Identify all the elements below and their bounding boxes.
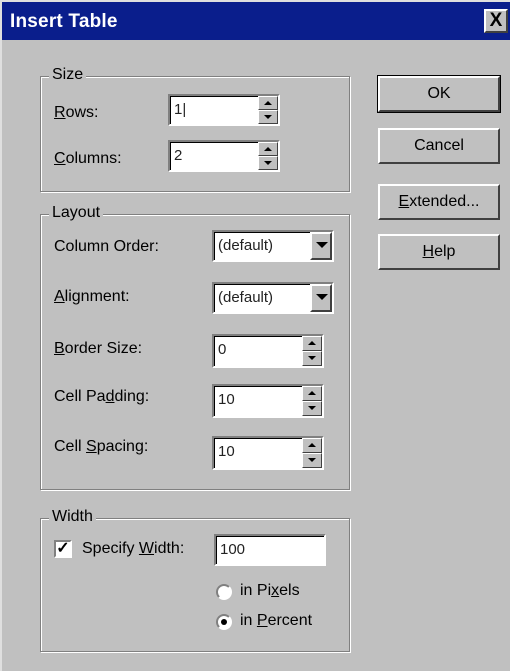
insert-table-dialog: Insert Table X Size Rows: 1| Columns: 2 … [0, 0, 510, 671]
border-size-up-arrow-icon[interactable] [302, 336, 322, 351]
columns-spinner[interactable] [258, 142, 278, 170]
in-pixels-label: in Pixels [240, 582, 300, 599]
border-size-input[interactable]: 0 [212, 334, 324, 368]
cell-spacing-label: Cell Spacing: [54, 438, 149, 455]
rows-label: Rows: [54, 104, 99, 121]
width-legend: Width [49, 508, 96, 526]
cell-spacing-up-arrow-icon[interactable] [302, 438, 322, 453]
cell-padding-spinner[interactable] [302, 386, 322, 416]
specify-width-checkbox[interactable]: ✓ [54, 540, 72, 558]
width-value: 100 [220, 541, 246, 558]
border-size-down-arrow-icon[interactable] [302, 351, 322, 366]
alignment-value: (default) [218, 289, 274, 306]
specify-width-label: Specify Width: [82, 540, 185, 557]
cell-padding-value: 10 [218, 391, 235, 408]
size-legend: Size [49, 66, 87, 84]
width-input[interactable]: 100 [214, 534, 326, 566]
rows-up-arrow-icon[interactable] [258, 96, 278, 110]
rows-input[interactable]: 1| [168, 94, 280, 126]
cell-padding-down-arrow-icon[interactable] [302, 401, 322, 416]
cell-spacing-input[interactable]: 10 [212, 436, 324, 470]
cancel-button[interactable]: Cancel [378, 128, 500, 164]
rows-value: 1| [174, 101, 187, 118]
rows-down-arrow-icon[interactable] [258, 110, 278, 124]
column-order-value: (default) [218, 237, 274, 254]
cell-padding-label: Cell Padding: [54, 388, 150, 405]
alignment-label: Alignment: [54, 288, 130, 305]
border-size-label: Border Size: [54, 340, 143, 357]
column-order-select[interactable]: (default) [212, 230, 334, 262]
layout-legend: Layout [49, 204, 104, 222]
extended-button[interactable]: Extended... [378, 184, 500, 220]
column-order-label: Column Order: [54, 238, 159, 255]
columns-input[interactable]: 2 [168, 140, 280, 172]
ok-button[interactable]: OK [377, 75, 501, 113]
close-button[interactable]: X [484, 9, 508, 33]
cell-padding-up-arrow-icon[interactable] [302, 386, 322, 401]
cell-spacing-down-arrow-icon[interactable] [302, 453, 322, 468]
dialog-title: Insert Table [10, 11, 118, 32]
cell-spacing-value: 10 [218, 443, 235, 460]
help-button[interactable]: Help [378, 234, 500, 270]
alignment-dropdown-icon[interactable] [310, 284, 332, 312]
alignment-select[interactable]: (default) [212, 282, 334, 314]
check-icon: ✓ [56, 540, 70, 557]
border-size-value: 0 [218, 341, 227, 358]
title-bar[interactable]: Insert Table X [2, 2, 510, 40]
rows-spinner[interactable] [258, 96, 278, 124]
in-percent-label: in Percent [240, 612, 313, 629]
columns-label: Columns: [54, 150, 122, 167]
in-percent-radio[interactable] [216, 614, 232, 630]
cell-spacing-spinner[interactable] [302, 438, 322, 468]
columns-down-arrow-icon[interactable] [258, 156, 278, 170]
columns-up-arrow-icon[interactable] [258, 142, 278, 156]
columns-value: 2 [174, 147, 183, 164]
close-icon: X [489, 10, 503, 31]
cell-padding-input[interactable]: 10 [212, 384, 324, 418]
border-size-spinner[interactable] [302, 336, 322, 366]
column-order-dropdown-icon[interactable] [310, 232, 332, 260]
in-pixels-radio[interactable] [216, 584, 232, 600]
